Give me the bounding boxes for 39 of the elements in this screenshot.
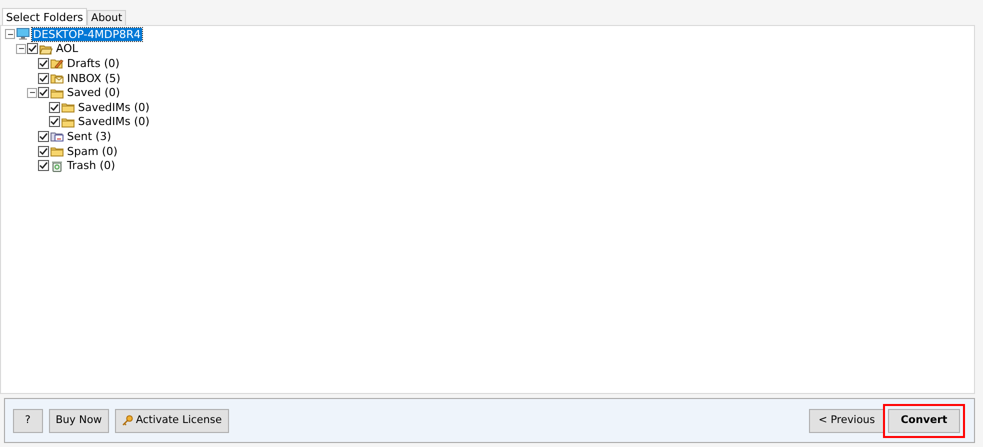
trash-can-icon — [50, 160, 64, 172]
tab[interactable]: About — [87, 10, 126, 25]
checkbox[interactable] — [49, 102, 60, 113]
key-icon — [122, 415, 133, 426]
folder-envelope-icon — [50, 130, 64, 142]
checkbox[interactable] — [38, 160, 49, 172]
tree-item[interactable]: Sent (3) — [66, 130, 112, 143]
checkbox[interactable] — [38, 72, 49, 84]
tree-item[interactable]: Drafts (0) — [66, 56, 121, 70]
button[interactable]: < Previous — [809, 408, 884, 432]
tree-item[interactable]: INBOX (5) — [66, 72, 122, 85]
monitor-icon — [16, 28, 30, 40]
button[interactable]: Buy Now — [48, 408, 109, 432]
tree-item[interactable]: DESKTOP-4MDP8R4 — [32, 28, 142, 41]
checkbox[interactable] — [38, 58, 49, 69]
checkbox[interactable] — [38, 146, 49, 157]
tree-item[interactable]: Saved (0) — [66, 86, 122, 100]
tree-item[interactable]: Trash (0) — [66, 159, 116, 172]
tree-item[interactable]: SavedIMs (0) — [77, 115, 151, 128]
tab[interactable]: Select Folders — [2, 8, 88, 25]
checkbox[interactable] — [49, 116, 60, 128]
expander-icon[interactable] — [27, 88, 37, 98]
open-folder-icon — [39, 42, 53, 55]
checkbox[interactable] — [38, 87, 49, 98]
tree-item[interactable]: Spam (0) — [66, 144, 118, 158]
folder-icon — [50, 86, 64, 99]
folder-pencil-icon — [50, 57, 64, 70]
help-button[interactable]: ? — [13, 408, 43, 432]
folder-envelope-icon — [50, 72, 64, 84]
folder-icon — [61, 116, 75, 128]
button[interactable]: Activate License — [114, 408, 229, 432]
tree-item[interactable]: AOL — [55, 42, 80, 56]
checkbox[interactable] — [38, 130, 49, 142]
folder-icon — [61, 101, 75, 114]
tree-item[interactable]: SavedIMs (0) — [77, 100, 151, 114]
expander-icon[interactable] — [16, 44, 26, 54]
folder-icon — [50, 145, 64, 158]
expander-icon[interactable] — [5, 29, 15, 40]
checkbox[interactable] — [27, 43, 38, 54]
